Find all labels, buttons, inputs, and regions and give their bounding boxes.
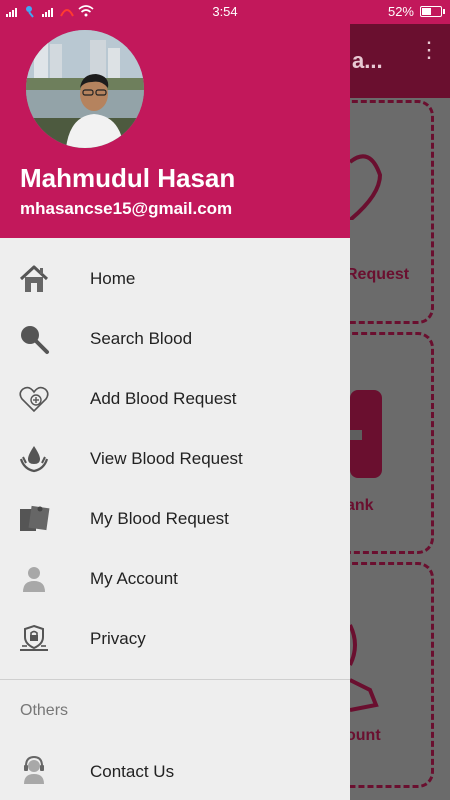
drawer-item-add-blood-request[interactable]: Add Blood Request <box>0 369 350 429</box>
search-icon <box>21 326 49 354</box>
drawer-item-home[interactable]: Home <box>0 249 350 309</box>
background-card-label-bank: ank <box>346 497 374 514</box>
drawer-item-search-blood[interactable]: Search Blood <box>0 309 350 369</box>
drawer-divider <box>0 679 350 680</box>
shield-icon <box>20 624 48 651</box>
background-card-label-request: Request <box>346 266 410 283</box>
status-bar: 3:54 52% <box>0 0 450 24</box>
navigation-drawer: Mahmudul Hasan mhasancse15@gmail.com Hom… <box>0 0 350 800</box>
background-app-title: a... <box>352 48 383 73</box>
status-time: 3:54 <box>212 4 238 19</box>
person-icon <box>23 567 45 592</box>
person-outline-icon <box>350 624 379 712</box>
drawer-item-label: Home <box>90 269 136 288</box>
drawer-item-view-blood-request[interactable]: View Blood Request <box>0 429 350 489</box>
notes-icon <box>20 505 50 531</box>
battery-percentage: 52% <box>387 4 414 19</box>
drawer-item-label: Search Blood <box>90 329 193 348</box>
drawer-item-label: Privacy <box>90 629 146 648</box>
home-icon <box>19 265 49 292</box>
blood-drop-hands-icon <box>19 446 49 473</box>
heart-plus-icon <box>19 386 49 413</box>
battery-icon <box>420 6 445 17</box>
user-name: Mahmudul Hasan <box>20 163 236 193</box>
battery-fill <box>422 8 431 15</box>
drawer-item-label: Contact Us <box>90 762 175 781</box>
drawer-item-label: Add Blood Request <box>90 389 237 408</box>
heart-outline-icon <box>350 154 383 220</box>
overflow-menu-icon: ⋮ <box>418 37 440 62</box>
drawer-section-title-others: Others <box>20 702 69 719</box>
status-right: 52% <box>387 4 445 19</box>
drawer-item-my-account[interactable]: My Account <box>0 549 350 609</box>
drawer-header: Mahmudul Hasan mhasancse15@gmail.com <box>0 0 350 238</box>
background-card-label-account: ount <box>346 727 381 744</box>
drawer-item-label: View Blood Request <box>90 449 243 468</box>
drawer-menu: Home Search Blood Add Blood Request View… <box>0 249 350 669</box>
drawer-item-label: My Blood Request <box>90 509 229 528</box>
avatar-photo <box>26 30 144 148</box>
drawer-item-my-blood-request[interactable]: My Blood Request <box>0 489 350 549</box>
support-agent-icon <box>24 755 44 784</box>
first-aid-icon <box>350 390 382 478</box>
drawer-item-contact-us[interactable]: Contact Us <box>0 740 350 800</box>
drawer-item-label: My Account <box>90 569 178 588</box>
drawer-item-privacy[interactable]: Privacy <box>0 609 350 669</box>
avatar[interactable] <box>26 30 144 148</box>
user-email: mhasancse15@gmail.com <box>20 199 233 218</box>
